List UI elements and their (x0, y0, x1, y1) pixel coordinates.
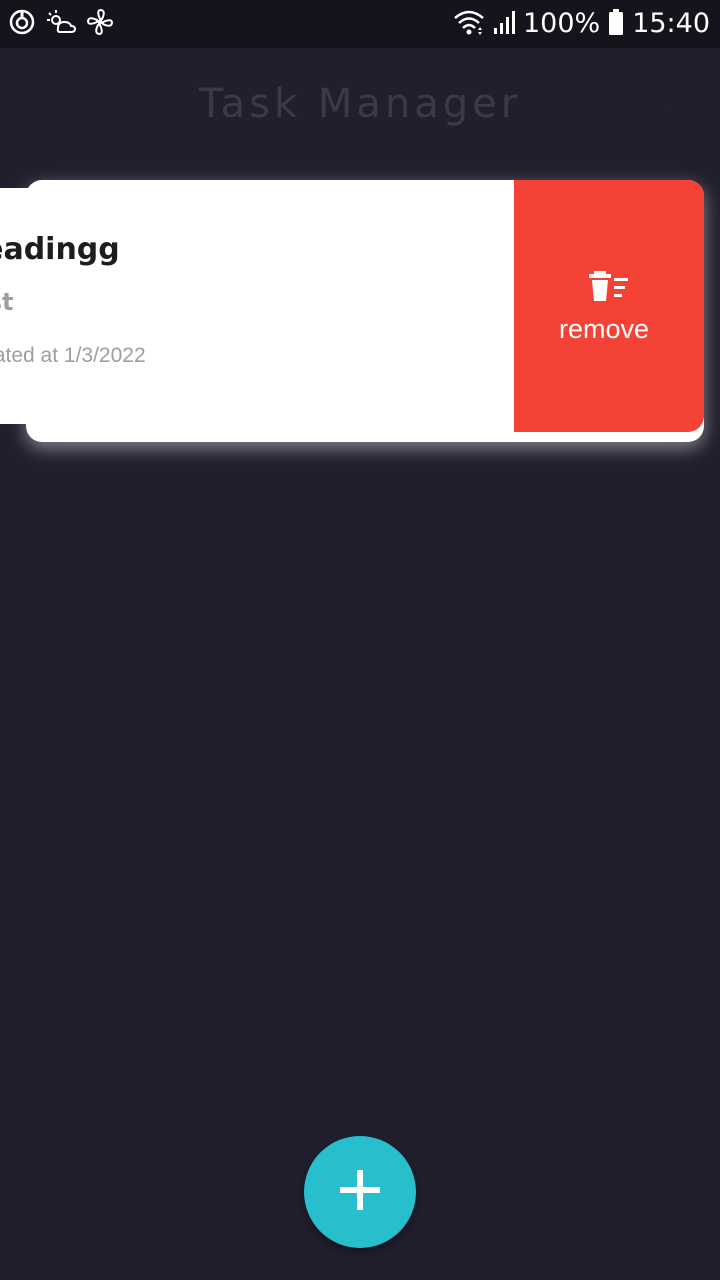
status-icons-right: 100% 15:40 (453, 6, 710, 42)
screen: 100% 15:40 Task Manager remove adingg t … (0, 0, 720, 1280)
battery-percent: 100% (522, 8, 601, 39)
status-icons-left (8, 8, 114, 36)
remove-button[interactable]: remove (514, 180, 704, 432)
theme-toggle-button[interactable] (634, 80, 682, 128)
signal-icon (493, 8, 515, 41)
task-created-date: Created at 1/3/2022 (0, 344, 146, 367)
battery-icon (608, 8, 624, 41)
page-title: Task Manager (198, 81, 522, 127)
moon-icon (635, 79, 681, 130)
remove-label: remove (558, 313, 650, 344)
clock: 15:40 (632, 8, 710, 39)
add-task-button[interactable] (304, 1136, 416, 1248)
plus-icon (338, 1168, 382, 1217)
sync-icon (8, 8, 36, 36)
trash-icon (588, 268, 630, 313)
task-card[interactable]: Readingg test Created at 1/3/2022 (0, 188, 506, 424)
task-description: test (0, 288, 14, 316)
weather-icon (46, 8, 76, 36)
fan-icon (86, 8, 114, 36)
task-title: Readingg (0, 232, 120, 267)
wifi-icon (453, 8, 485, 41)
status-bar: 100% 15:40 (0, 0, 720, 48)
